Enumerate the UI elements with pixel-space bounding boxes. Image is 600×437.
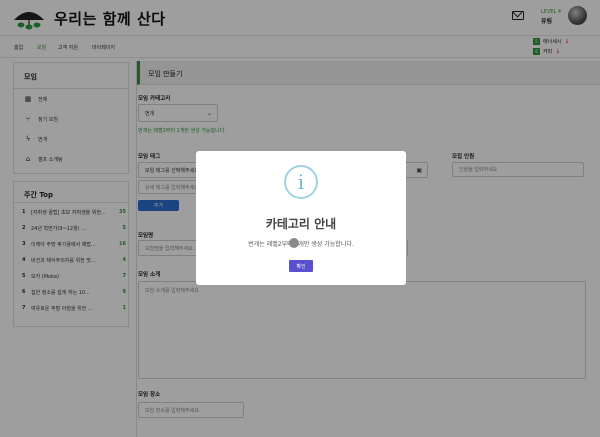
info-icon: i [284,165,318,199]
confirm-button[interactable]: 확인 [289,260,313,272]
modal-text: 번개는 레벨2부터 1개만 생성 가능합니다. [248,241,354,248]
mouse-cursor [289,238,299,248]
modal-title: 카테고리 안내 [265,217,337,231]
category-info-modal: i 카테고리 안내 번개는 레벨2부터 1개만 생성 가능합니다. 확인 [196,151,406,285]
